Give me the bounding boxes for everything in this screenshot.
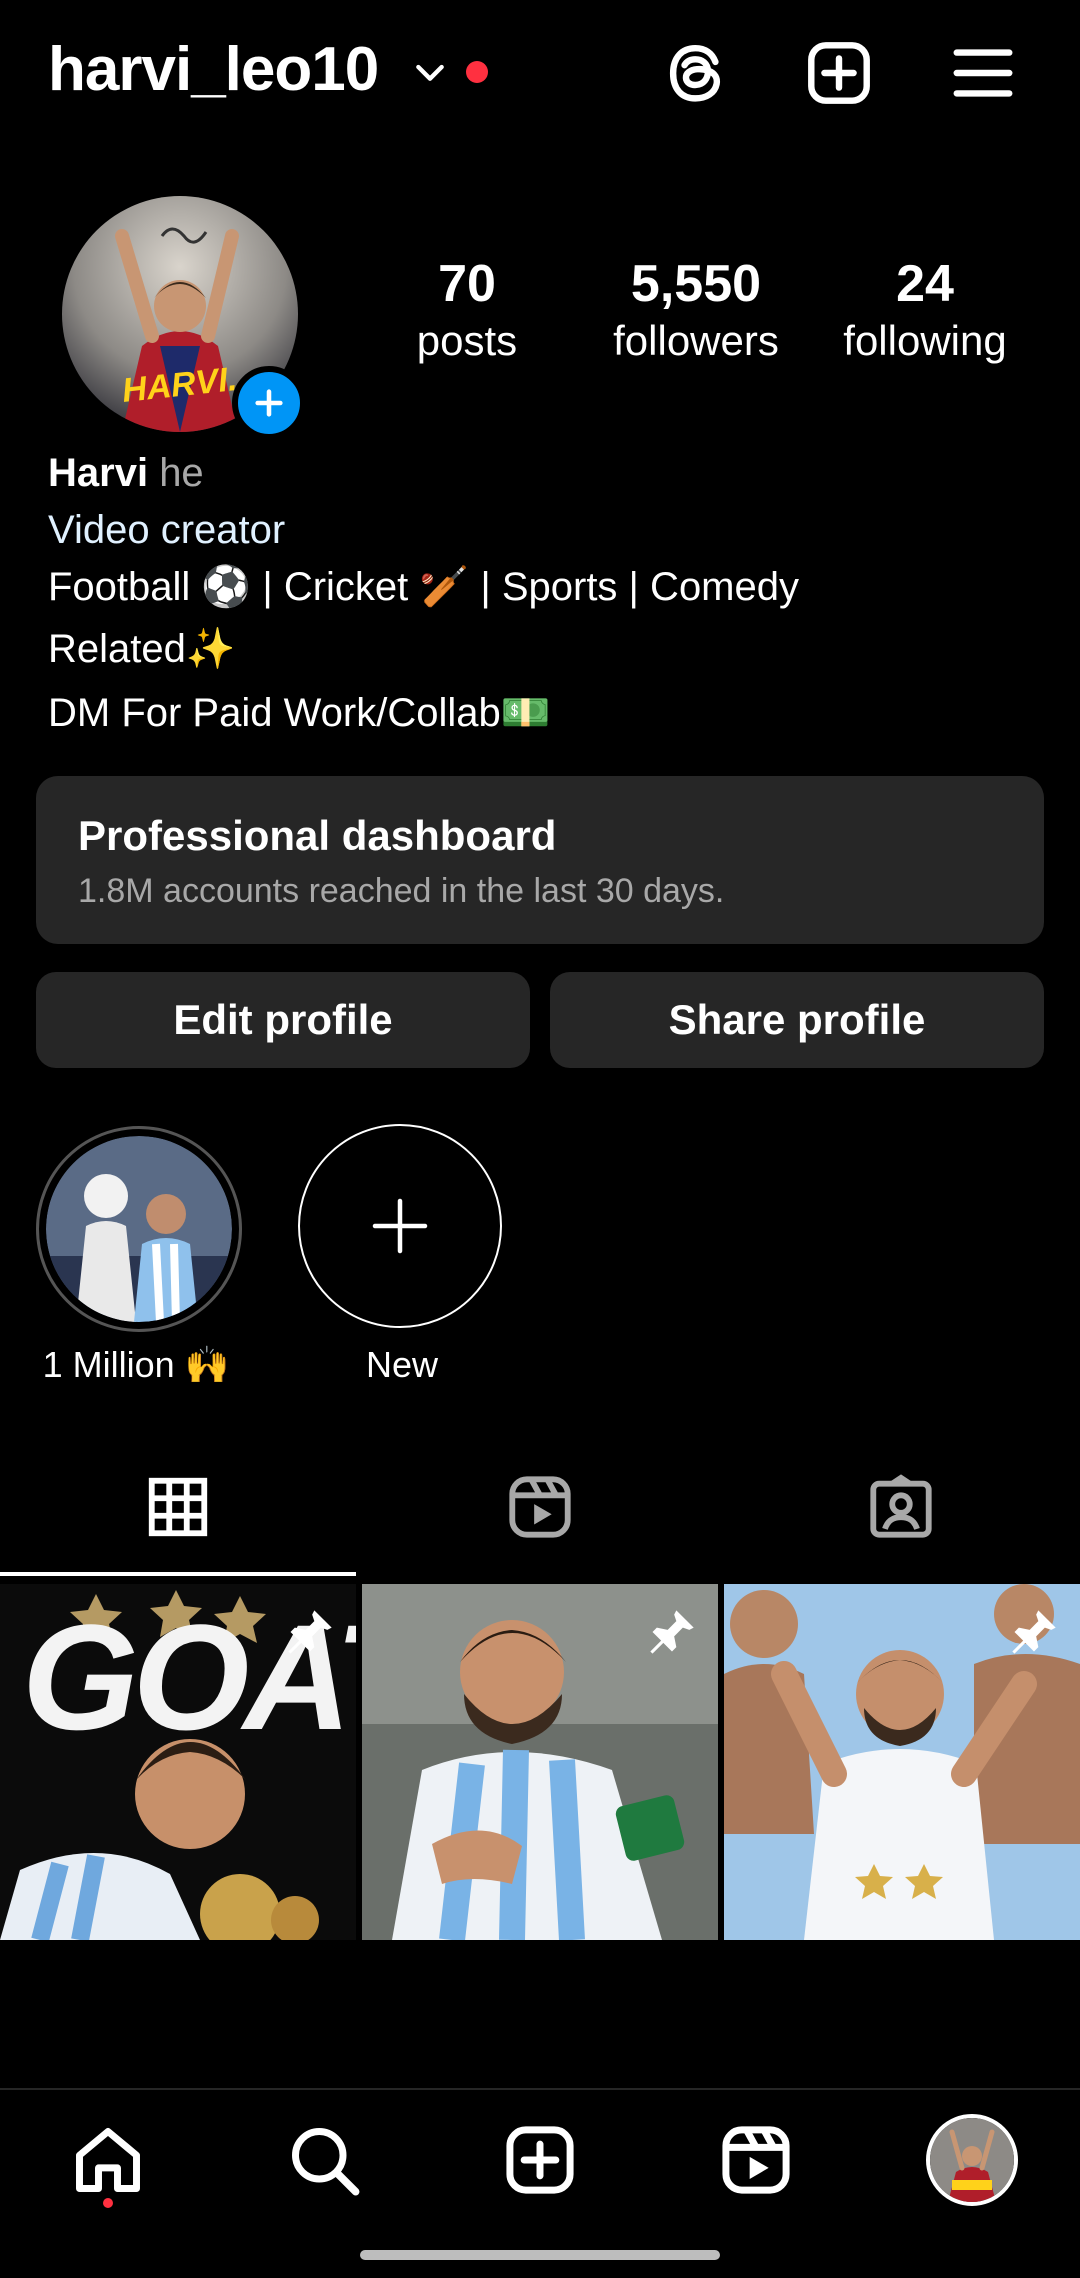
home-icon[interactable] [70, 2122, 146, 2198]
highlight-cover-image [46, 1136, 232, 1322]
active-tab-indicator [0, 1572, 356, 1576]
username-switcher[interactable]: harvi_leo10 [48, 34, 379, 105]
pin-icon [288, 1610, 332, 1654]
profile-category: Video creator [48, 508, 286, 552]
threads-icon[interactable] [660, 38, 730, 108]
highlight-label: 1 Million 🙌 [42, 1344, 230, 1385]
stat-label: following [843, 317, 1007, 364]
followers-count[interactable]: 5,550 followers [596, 254, 796, 368]
plus-icon [255, 389, 283, 417]
grid-icon[interactable] [143, 1472, 213, 1542]
highlight-1-million[interactable] [36, 1126, 242, 1332]
reels-tab-icon[interactable] [505, 1472, 575, 1542]
create-post-icon[interactable] [804, 38, 874, 108]
pronouns: he [159, 451, 204, 495]
bio-line: Related✨ [48, 627, 236, 671]
bio-line: Football ⚽ | Cricket 🏏 | Sports | Comedy [48, 565, 799, 609]
edit-profile-button[interactable]: Edit profile [36, 972, 530, 1068]
post-thumbnail[interactable] [362, 1584, 718, 1940]
stat-value: 70 [438, 255, 496, 313]
profile-name-line: Harvi he [48, 448, 204, 498]
dashboard-title: Professional dashboard [78, 812, 557, 859]
highlight-label: New [365, 1344, 439, 1385]
posts-count[interactable]: 70 posts [367, 254, 567, 368]
notification-dot [103, 2198, 113, 2208]
display-name: Harvi [48, 451, 149, 495]
following-count[interactable]: 24 following [825, 254, 1025, 368]
reels-icon[interactable] [718, 2122, 794, 2198]
stat-label: followers [613, 317, 779, 364]
plus-icon [372, 1198, 428, 1254]
add-story-button[interactable] [232, 366, 306, 440]
post-thumbnail[interactable] [724, 1584, 1080, 1940]
profile-tab-avatar[interactable] [926, 2114, 1018, 2206]
notification-dot [466, 61, 488, 83]
stat-value: 24 [896, 255, 954, 313]
search-icon[interactable] [286, 2122, 362, 2198]
avatar-image [930, 2118, 1014, 2202]
nav-divider [0, 2088, 1080, 2090]
new-highlight-button[interactable] [298, 1124, 502, 1328]
home-indicator [360, 2250, 720, 2260]
dashboard-subtitle: 1.8M accounts reached in the last 30 day… [78, 872, 725, 910]
create-icon[interactable] [502, 2122, 578, 2198]
pin-icon [1012, 1610, 1056, 1654]
pin-icon [650, 1610, 694, 1654]
share-profile-button[interactable]: Share profile [550, 972, 1044, 1068]
chevron-down-icon[interactable] [410, 52, 450, 92]
tagged-icon[interactable] [866, 1472, 936, 1542]
bio-line: DM For Paid Work/Collab💵 [48, 691, 551, 735]
menu-icon[interactable] [948, 38, 1018, 108]
professional-dashboard-card[interactable]: Professional dashboard 1.8M accounts rea… [36, 776, 1044, 944]
post-thumbnail[interactable]: GOAT [0, 1584, 356, 1940]
stat-value: 5,550 [630, 255, 762, 313]
stat-label: posts [416, 317, 518, 364]
